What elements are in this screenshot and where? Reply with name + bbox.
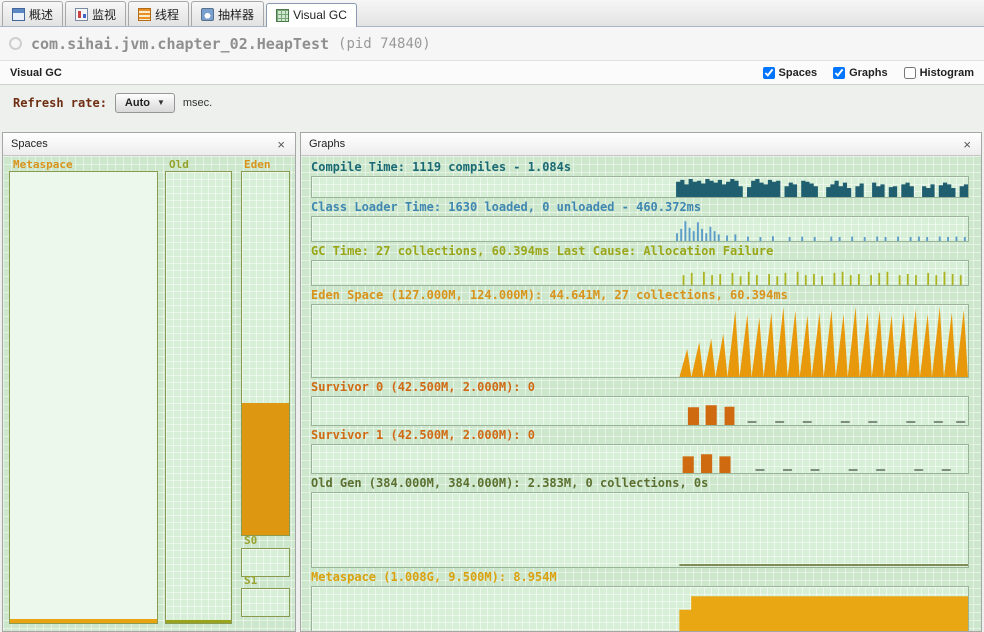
graph-chart-compile-time (311, 176, 969, 198)
checkbox-spaces[interactable]: Spaces (762, 66, 818, 79)
visualvm-window: 概述 监视 线程 抽样器 Visual GC com.sihai.jvm.chapter… (0, 0, 984, 632)
monitor-icon (75, 8, 89, 21)
graph-chart-old-gen (311, 492, 969, 568)
main-area: Spaces × Metaspace Old Eden S0 S1 Graphs… (0, 132, 984, 632)
visualgc-toolbar: Visual GC Spaces Graphs Histogram (0, 60, 984, 85)
graphs-rows: Compile Time: 1119 compiles - 1.084s Clas… (301, 156, 981, 631)
graph-chart-class-loader-time (311, 216, 969, 242)
checkbox-label: Graphs (849, 66, 888, 79)
app-title: com.sihai.jvm.chapter_02.HeapTest (31, 34, 330, 53)
checkbox-input-histogram[interactable] (903, 66, 916, 79)
s0-label: S0 (244, 534, 258, 547)
tab-overview[interactable]: 概述 (2, 1, 64, 26)
graph-row-eden-space: Eden Space (127.000M, 124.000M): 44.641M… (311, 289, 969, 378)
old-label: Old (169, 158, 189, 171)
graph-row-compile-time: Compile Time: 1119 compiles - 1.084s (311, 161, 969, 198)
graph-title-eden-space: Eden Space (127.000M, 124.000M): 44.641M… (311, 289, 788, 302)
spaces-body: Metaspace Old Eden S0 S1 (3, 156, 295, 631)
graph-title-compile-time: Compile Time: 1119 compiles - 1.084s (311, 161, 572, 174)
refresh-rate-label: Refresh rate: (13, 95, 107, 110)
visualgc-icon (276, 8, 290, 22)
chevron-down-icon: ▼ (156, 98, 165, 107)
graph-chart-metaspace (311, 586, 969, 631)
checkbox-graphs[interactable]: Graphs (833, 66, 888, 79)
graph-row-survivor-1: Survivor 1 (42.500M, 2.000M): 0 (311, 429, 969, 474)
s0-column (241, 548, 290, 577)
overview-icon (12, 8, 25, 21)
metaspace-column (9, 171, 158, 624)
spaces-close-icon[interactable]: × (275, 138, 287, 151)
eden-column (241, 171, 290, 536)
tab-label: Visual GC (293, 8, 347, 22)
threads-icon (138, 8, 152, 21)
old-fill (166, 619, 231, 623)
refresh-rate-value: Auto (124, 96, 150, 109)
refresh-rate-unit: msec. (182, 96, 213, 109)
tab-threads[interactable]: 线程 (128, 1, 190, 26)
app-header: com.sihai.jvm.chapter_02.HeapTest (pid 7… (0, 27, 984, 60)
graph-title-survivor-0: Survivor 0 (42.500M, 2.000M): 0 (311, 381, 535, 394)
graph-title-survivor-1: Survivor 1 (42.500M, 2.000M): 0 (311, 429, 535, 442)
checkbox-label: Spaces (778, 66, 818, 79)
graphs-panel: Graphs × Compile Time: 1119 compiles - 1… (300, 132, 982, 632)
eden-fill (242, 402, 289, 535)
refresh-rate-bar: Refresh rate: Auto ▼ msec. (0, 85, 984, 120)
app-status-icon (9, 37, 22, 50)
checkbox-histogram[interactable]: Histogram (903, 66, 974, 79)
s1-label: S1 (244, 574, 258, 587)
metaspace-fill (10, 618, 157, 623)
graph-chart-gc-time (311, 260, 969, 286)
old-column (165, 171, 232, 624)
refresh-rate-dropdown[interactable]: Auto ▼ (114, 92, 175, 113)
tab-monitor[interactable]: 监视 (65, 1, 127, 26)
graph-row-metaspace: Metaspace (1.008G, 9.500M): 8.954M (311, 571, 969, 631)
sampler-icon (201, 8, 215, 21)
graphs-panel-header: Graphs × (301, 133, 981, 156)
tabbar: 概述 监视 线程 抽样器 Visual GC (0, 0, 984, 27)
graph-title-class-loader-time: Class Loader Time: 1630 loaded, 0 unload… (311, 201, 702, 214)
checkbox-label: Histogram (919, 66, 974, 79)
graph-chart-survivor-0 (311, 396, 969, 426)
graph-title-old-gen: Old Gen (384.000M, 384.000M): 2.383M, 0 … (311, 477, 709, 490)
graph-title-metaspace: Metaspace (1.008G, 9.500M): 8.954M (311, 571, 557, 584)
graph-row-class-loader-time: Class Loader Time: 1630 loaded, 0 unload… (311, 201, 969, 242)
eden-label: Eden (244, 158, 271, 171)
graph-chart-eden-space (311, 304, 969, 378)
graph-row-gc-time: GC Time: 27 collections, 60.394ms Last C… (311, 245, 969, 286)
checkbox-input-graphs[interactable] (833, 66, 846, 79)
graph-row-survivor-0: Survivor 0 (42.500M, 2.000M): 0 (311, 381, 969, 426)
tab-sampler[interactable]: 抽样器 (191, 1, 265, 26)
app-pid: (pid 74840) (338, 35, 431, 52)
tab-label: 线程 (155, 8, 180, 22)
visualgc-toolbar-label: Visual GC (10, 66, 62, 79)
graph-row-old-gen: Old Gen (384.000M, 384.000M): 2.383M, 0 … (311, 477, 969, 568)
graphs-close-icon[interactable]: × (961, 138, 973, 151)
s1-column (241, 588, 290, 617)
spaces-panel-header: Spaces × (3, 133, 295, 156)
tab-label: 抽样器 (218, 8, 255, 22)
tab-label: 概述 (29, 8, 54, 22)
graph-chart-survivor-1 (311, 444, 969, 474)
checkbox-input-spaces[interactable] (762, 66, 775, 79)
spaces-panel-title: Spaces (11, 138, 48, 150)
metaspace-label: Metaspace (13, 158, 73, 171)
spaces-panel: Spaces × Metaspace Old Eden S0 S1 (2, 132, 296, 632)
tab-label: 监视 (92, 8, 117, 22)
view-checkboxes: Spaces Graphs Histogram (762, 66, 974, 79)
tab-visual-gc[interactable]: Visual GC (266, 3, 357, 27)
graph-title-gc-time: GC Time: 27 collections, 60.394ms Last C… (311, 245, 774, 258)
graphs-panel-title: Graphs (309, 138, 346, 150)
